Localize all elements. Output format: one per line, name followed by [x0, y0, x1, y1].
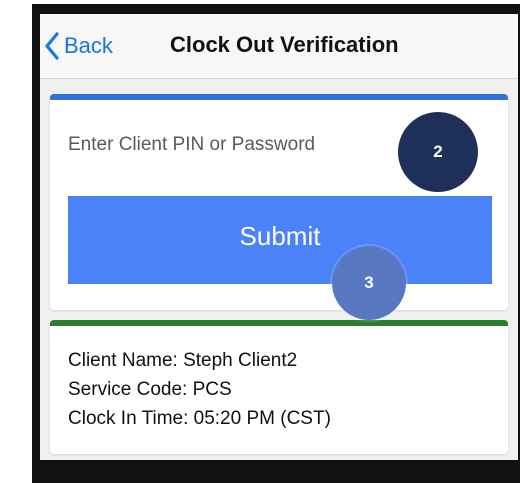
client-info-lines: Client Name: Steph Client2 Service Code:… [68, 346, 331, 433]
client-pin-input[interactable] [66, 126, 400, 164]
clock-in-time-text: Clock In Time: 05:20 PM (CST) [68, 408, 331, 429]
page-title: Clock Out Verification [170, 32, 399, 57]
submit-button[interactable]: Submit [68, 196, 492, 284]
app-screen: Back Clock Out Verification Submit Clien… [40, 14, 518, 460]
step-marker-3: 3 [332, 246, 406, 320]
navigation-bar: Back Clock Out Verification [40, 14, 518, 79]
chevron-left-icon [44, 32, 60, 60]
service-code-text: Service Code: PCS [68, 379, 232, 400]
back-button-label: Back [64, 33, 113, 58]
client-info-card: Client Name: Steph Client2 Service Code:… [50, 320, 508, 454]
back-button[interactable]: Back [44, 28, 113, 64]
step-marker-2: 2 [398, 112, 478, 192]
client-name-text: Client Name: Steph Client2 [68, 350, 298, 371]
